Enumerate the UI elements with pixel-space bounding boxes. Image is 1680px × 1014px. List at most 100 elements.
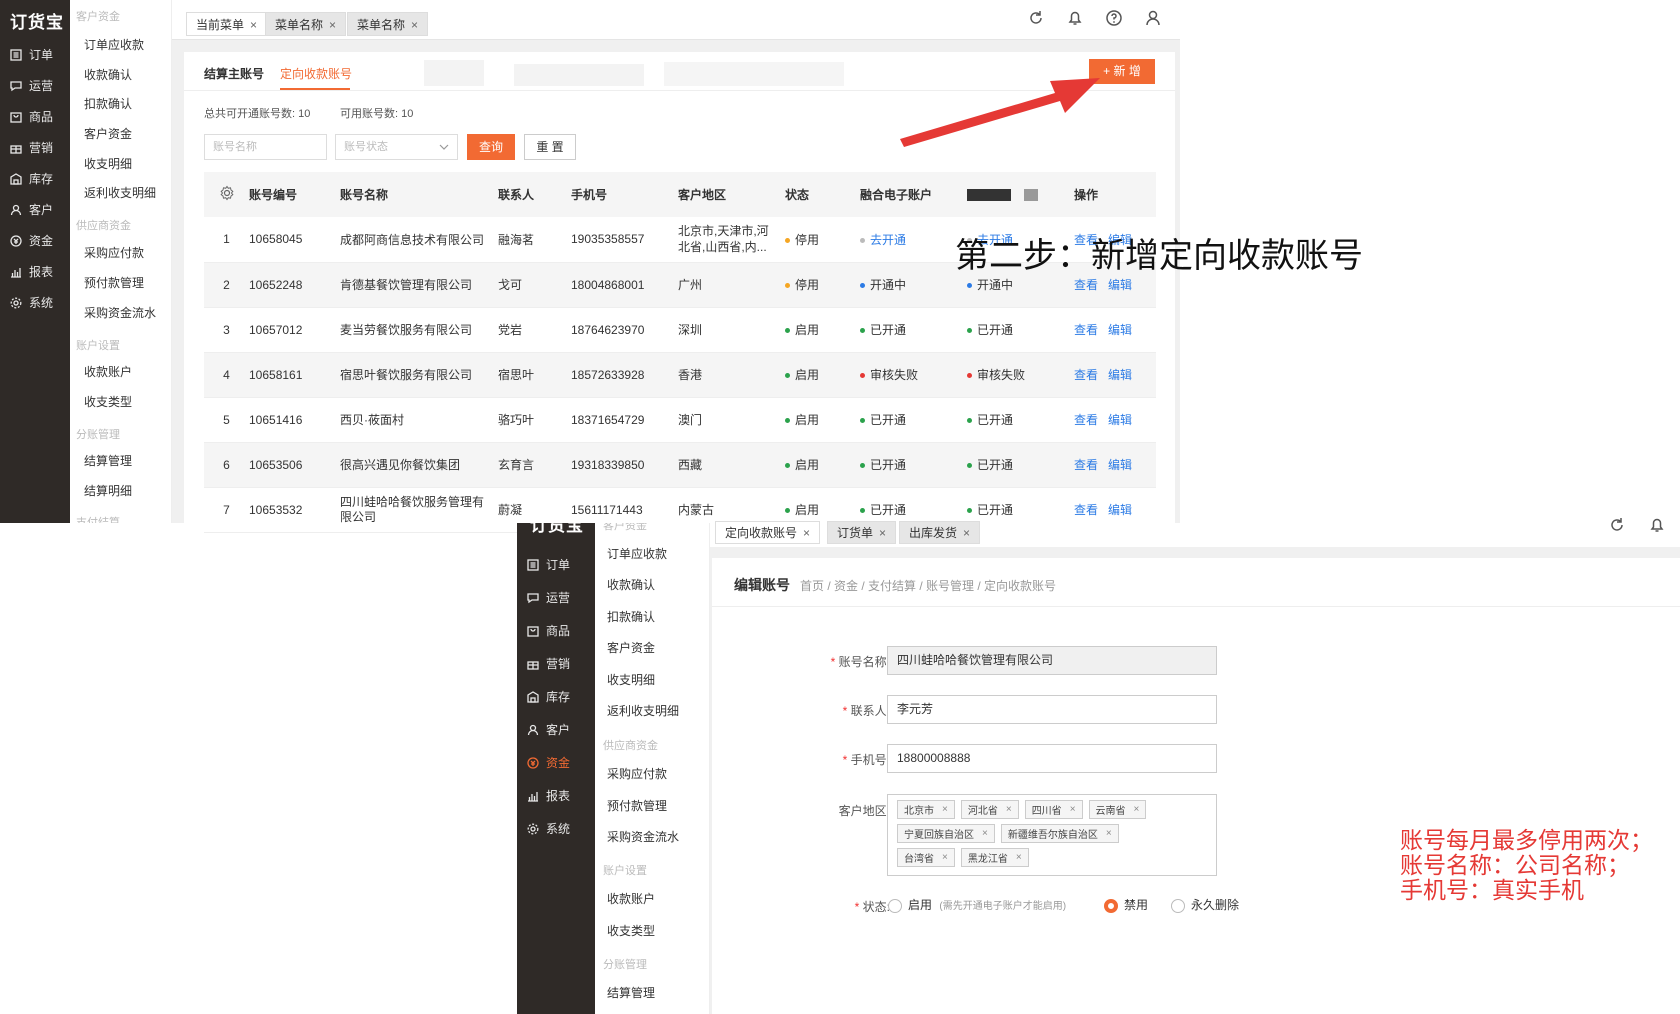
nav-item-chat[interactable]: 运营 bbox=[9, 77, 53, 94]
region-chip[interactable]: 北京市 × bbox=[897, 800, 955, 819]
close-icon[interactable]: × bbox=[411, 13, 418, 35]
view-link[interactable]: 查看 bbox=[1074, 368, 1098, 382]
nav-item-gift[interactable]: 营销 bbox=[526, 655, 570, 672]
nav-item-gear[interactable]: 系统 bbox=[526, 820, 570, 837]
edit-link[interactable]: 编辑 bbox=[1108, 323, 1132, 337]
close-icon[interactable]: × bbox=[1106, 828, 1112, 839]
nav-item-money[interactable]: 资金 bbox=[9, 232, 53, 249]
subnav-item[interactable]: 扣款确认 bbox=[607, 608, 655, 625]
subnav-item[interactable]: 扣款确认 bbox=[84, 95, 132, 112]
subnav-item[interactable]: 收款确认 bbox=[84, 66, 132, 83]
region-multiselect[interactable]: 北京市 × 河北省 × 四川省 × 云南省 × 宁夏回族自治区 × 新疆维吾尔族自治区 × 台湾省 × 黑龙… bbox=[887, 794, 1217, 876]
settings-header[interactable] bbox=[204, 172, 249, 217]
subnav-item[interactable]: 收支类型 bbox=[607, 922, 655, 939]
refresh-icon[interactable] bbox=[1608, 516, 1626, 534]
close-icon[interactable]: × bbox=[963, 522, 970, 543]
subnav-item[interactable]: 采购资金流水 bbox=[607, 828, 679, 845]
status-radio-delete[interactable]: 永久删除 bbox=[1171, 896, 1239, 913]
phone-field[interactable]: 18800008888 bbox=[887, 744, 1217, 773]
close-icon[interactable]: × bbox=[982, 828, 988, 839]
subnav-item[interactable]: 结算管理 bbox=[607, 984, 655, 1001]
subnav-item[interactable]: 客户资金 bbox=[607, 639, 655, 656]
bell-icon[interactable] bbox=[1066, 9, 1084, 27]
view-link[interactable]: 查看 bbox=[1074, 458, 1098, 472]
subnav-item[interactable]: 收支明细 bbox=[84, 155, 132, 172]
view-link[interactable]: 查看 bbox=[1074, 503, 1098, 517]
subnav-item[interactable]: 订单应收款 bbox=[84, 36, 144, 53]
top-tab[interactable]: 菜单名称 × bbox=[347, 12, 429, 36]
account-status-select[interactable]: 账号状态 bbox=[335, 134, 458, 160]
nav-item-bag[interactable]: 商品 bbox=[526, 622, 570, 639]
edit-link[interactable]: 编辑 bbox=[1108, 458, 1132, 472]
close-icon[interactable]: × bbox=[329, 13, 336, 35]
user-icon[interactable] bbox=[1144, 9, 1162, 27]
nav-item-user[interactable]: 客户 bbox=[9, 201, 53, 218]
close-icon[interactable]: × bbox=[1006, 804, 1012, 815]
nav-item-chart[interactable]: 报表 bbox=[526, 787, 570, 804]
subnav-item[interactable]: 返利收支明细 bbox=[84, 184, 156, 201]
region-chip[interactable]: 四川省 × bbox=[1024, 800, 1083, 819]
nav-item-chart[interactable]: 报表 bbox=[9, 263, 53, 280]
nav-item-warehouse[interactable]: 库存 bbox=[526, 688, 570, 705]
refresh-icon[interactable] bbox=[1027, 9, 1045, 27]
edit-link[interactable]: 编辑 bbox=[1108, 503, 1132, 517]
edit-link[interactable]: 编辑 bbox=[1108, 413, 1132, 427]
region-chip[interactable]: 宁夏回族自治区 × bbox=[897, 824, 995, 843]
subnav-item[interactable]: 收款账户 bbox=[84, 363, 132, 380]
bottom-tab[interactable]: 订货单 × bbox=[827, 521, 897, 544]
close-icon[interactable]: × bbox=[1134, 804, 1140, 815]
subnav-item[interactable]: 预付款管理 bbox=[607, 797, 667, 814]
nav-item-money[interactable]: 资金 bbox=[526, 754, 570, 771]
contact-field[interactable]: 李元芳 bbox=[887, 695, 1217, 724]
view-link[interactable]: 查看 bbox=[1074, 323, 1098, 337]
bottom-tab[interactable]: 定向收款账号 × bbox=[715, 521, 821, 544]
subnav-item[interactable]: 结算明细 bbox=[84, 482, 132, 499]
region-chip[interactable]: 新疆维吾尔族自治区 × bbox=[1000, 824, 1119, 843]
subnav-item[interactable]: 采购资金流水 bbox=[84, 304, 156, 321]
close-icon[interactable]: × bbox=[942, 852, 948, 863]
gear-icon[interactable] bbox=[219, 185, 235, 201]
subnav-item[interactable]: 返利收支明细 bbox=[607, 702, 679, 719]
nav-item-user[interactable]: 客户 bbox=[526, 721, 570, 738]
radio-circle-selected[interactable] bbox=[1104, 898, 1118, 913]
account-name-field[interactable]: 四川蛙哈哈餐饮管理有限公司 bbox=[887, 646, 1217, 675]
subnav-item[interactable]: 采购应付款 bbox=[607, 765, 667, 782]
subnav-item[interactable]: 订单应收款 bbox=[607, 545, 667, 562]
close-icon[interactable]: × bbox=[1070, 804, 1076, 815]
breadcrumb[interactable]: 首页 / 资金 / 支付结算 / 账号管理 / 定向收款账号 bbox=[800, 577, 1056, 594]
subnav-item[interactable]: 客户资金 bbox=[84, 125, 132, 142]
close-icon[interactable]: × bbox=[250, 13, 257, 35]
subnav-item[interactable]: 结算管理 bbox=[84, 452, 132, 469]
help-icon[interactable] bbox=[1105, 9, 1123, 27]
nav-item-chat[interactable]: 运营 bbox=[526, 589, 570, 606]
region-chip[interactable]: 河北省 × bbox=[960, 800, 1019, 819]
subnav-item[interactable]: 采购应付款 bbox=[84, 244, 144, 261]
top-tab[interactable]: 菜单名称 × bbox=[265, 12, 347, 36]
edit-link[interactable]: 编辑 bbox=[1108, 278, 1132, 292]
status-radio-disable[interactable]: 禁用 bbox=[1104, 896, 1148, 913]
edit-link[interactable]: 编辑 bbox=[1108, 368, 1132, 382]
radio-circle[interactable] bbox=[888, 898, 902, 913]
subnav-item[interactable]: 收支明细 bbox=[607, 671, 655, 688]
nav-item-gear[interactable]: 系统 bbox=[9, 294, 53, 311]
subnav-item[interactable]: 预付款管理 bbox=[84, 274, 144, 291]
subnav-item[interactable]: 收款确认 bbox=[607, 576, 655, 593]
close-icon[interactable]: × bbox=[1016, 852, 1022, 863]
close-icon[interactable]: × bbox=[803, 522, 810, 543]
region-chip[interactable]: 台湾省 × bbox=[897, 848, 955, 867]
subnav-item[interactable]: 收支类型 bbox=[84, 393, 132, 410]
view-link[interactable]: 查看 bbox=[1074, 278, 1098, 292]
account-name-input[interactable]: 账号名称 bbox=[204, 134, 327, 160]
view-link[interactable]: 查看 bbox=[1074, 413, 1098, 427]
nav-item-list[interactable]: 订单 bbox=[526, 556, 570, 573]
subnav-item[interactable]: 收款账户 bbox=[607, 890, 655, 907]
query-button[interactable]: 查询 bbox=[467, 134, 515, 160]
close-icon[interactable]: × bbox=[879, 522, 886, 543]
bottom-tab[interactable]: 出库发货 × bbox=[899, 521, 981, 544]
reset-button[interactable]: 重 置 bbox=[524, 134, 576, 160]
status-radio-enable[interactable]: 启用 (需先开通电子账户才能启用) bbox=[888, 896, 1066, 913]
region-chip[interactable]: 云南省 × bbox=[1088, 800, 1147, 819]
nav-item-warehouse[interactable]: 库存 bbox=[9, 170, 53, 187]
top-tab[interactable]: 当前菜单 × bbox=[186, 12, 268, 36]
subtab-main[interactable]: 结算主账号 bbox=[204, 65, 264, 82]
